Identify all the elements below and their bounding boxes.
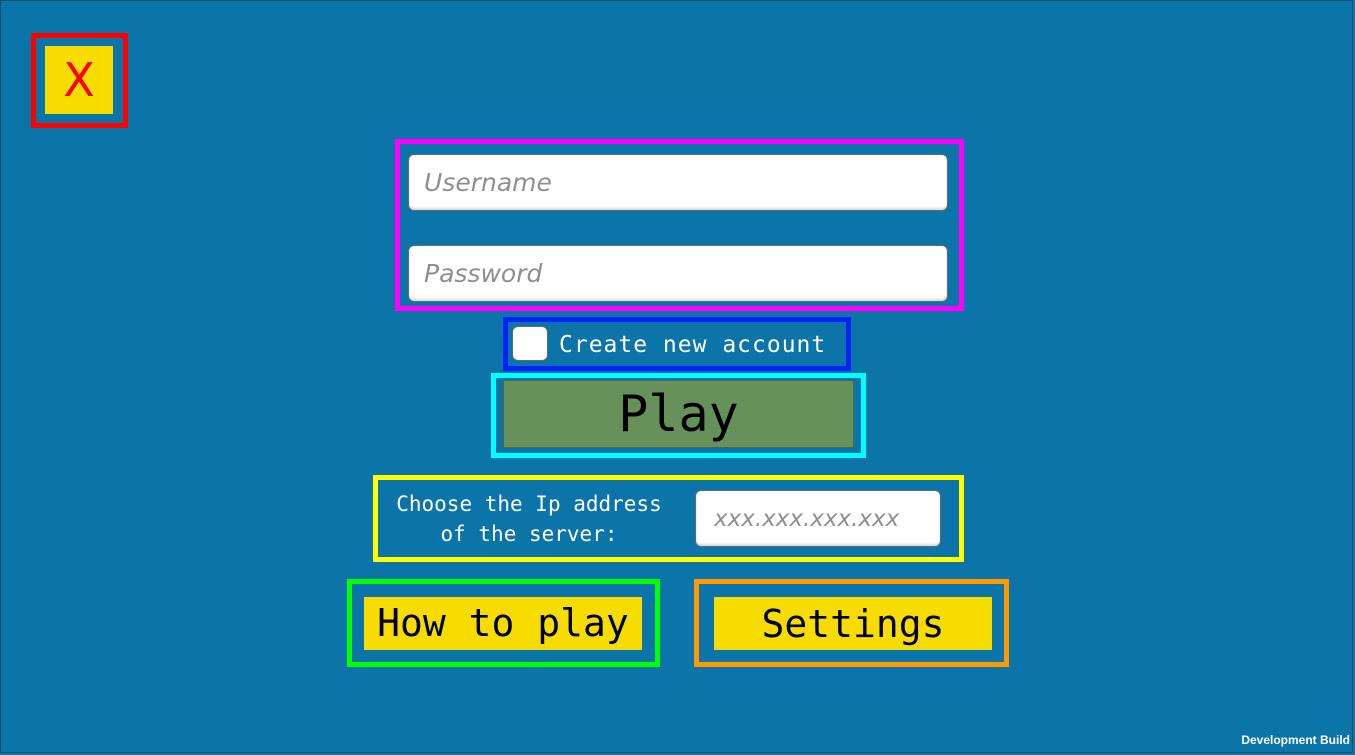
how-to-play-button[interactable]: How to play (364, 597, 642, 650)
create-account-label[interactable]: Create new account (559, 329, 826, 361)
password-input[interactable] (408, 245, 948, 302)
server-ip-label: Choose the Ip address of the server: (396, 492, 662, 546)
close-button[interactable]: X (45, 46, 113, 114)
play-button[interactable]: Play (503, 380, 854, 448)
create-account-checkbox[interactable] (512, 326, 548, 361)
username-input[interactable] (408, 154, 948, 211)
development-build-label: Development Build (1241, 733, 1350, 747)
server-ip-input[interactable] (695, 490, 941, 547)
settings-button[interactable]: Settings (714, 597, 992, 650)
